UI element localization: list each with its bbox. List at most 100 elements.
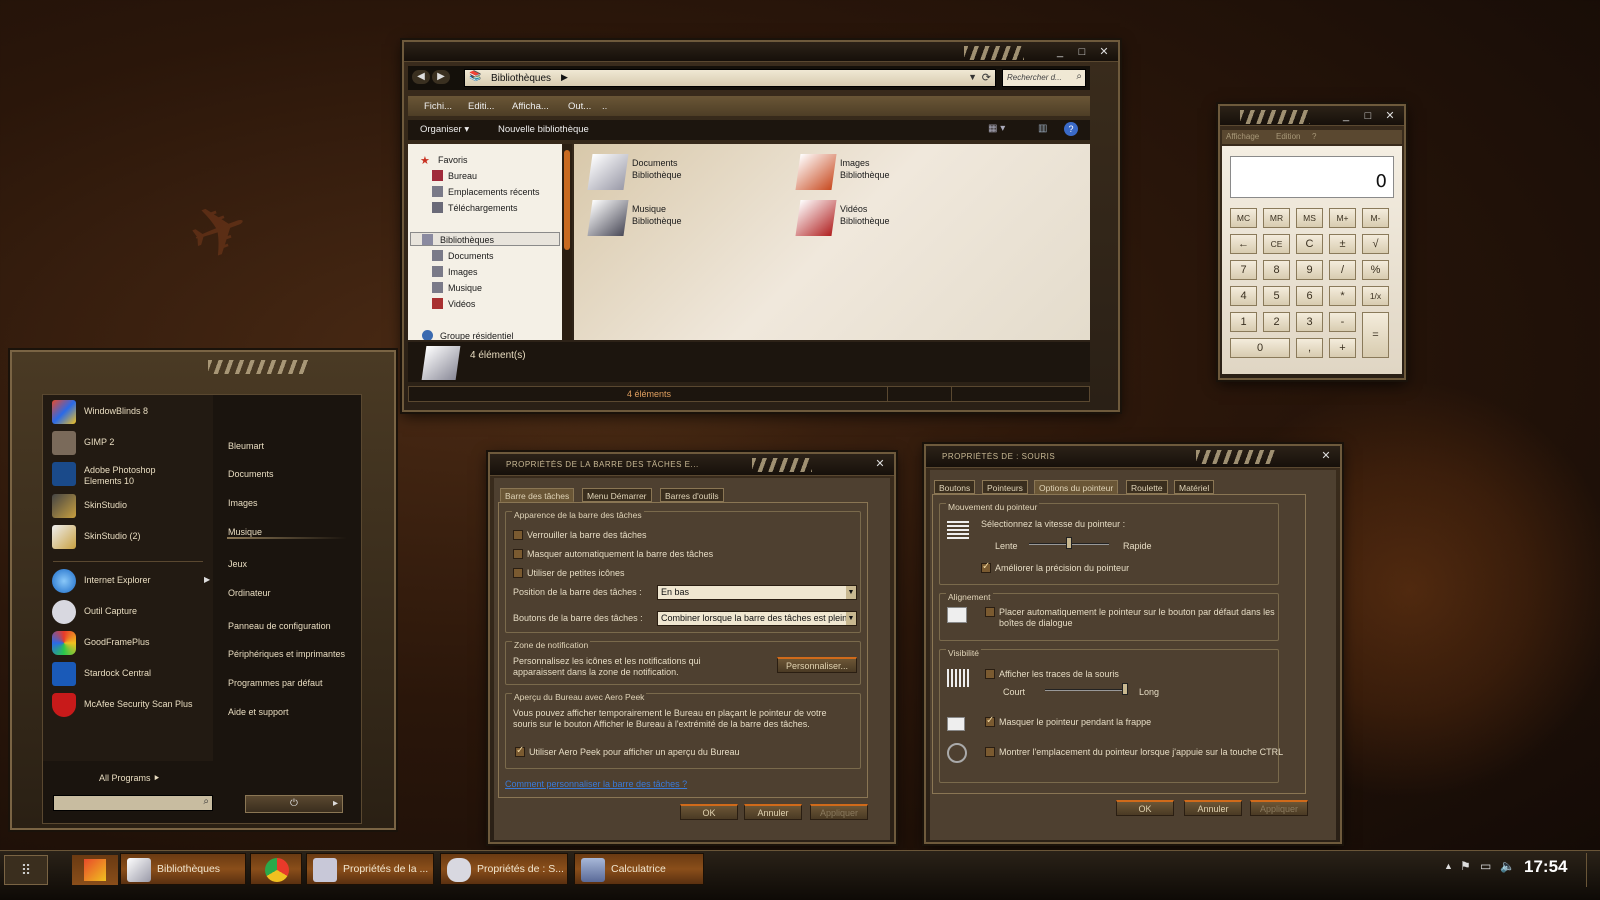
calc-key-percent[interactable]: %	[1362, 260, 1389, 280]
maximize-button[interactable]: □	[1358, 108, 1378, 124]
cancel-button[interactable]: Annuler	[744, 804, 802, 820]
menu-view[interactable]: Afficha...	[512, 101, 549, 112]
place-images[interactable]: Images	[228, 498, 258, 508]
help-icon[interactable]: ?	[1064, 122, 1078, 136]
menu-file[interactable]: Fichi...	[424, 101, 452, 112]
new-library-button[interactable]: Nouvelle bibliothèque	[498, 124, 589, 135]
program-photoshop[interactable]: Adobe Photoshop Elements 10	[52, 460, 212, 492]
position-select[interactable]: En bas ▼	[657, 585, 857, 600]
tray-volume-icon[interactable]: 🔈	[1500, 859, 1515, 873]
menu-view[interactable]: Affichage	[1226, 132, 1259, 141]
program-gimp[interactable]: GIMP 2	[52, 429, 212, 457]
calc-key-plus[interactable]: +	[1329, 338, 1356, 358]
calc-key-negate[interactable]: ±	[1329, 234, 1356, 254]
search-icon[interactable]: ⌕	[1076, 71, 1082, 82]
place-games[interactable]: Jeux	[228, 559, 247, 569]
apply-button[interactable]: Appliquer	[1250, 800, 1308, 816]
program-outil-capture[interactable]: Outil Capture	[52, 598, 212, 626]
calc-key-clear[interactable]: C	[1296, 234, 1323, 254]
menu-help[interactable]: ?	[1312, 132, 1316, 141]
program-internet-explorer[interactable]: Internet Explorer ▶	[52, 567, 212, 595]
calc-key-sqrt[interactable]: √	[1362, 234, 1389, 254]
calc-key-5[interactable]: 5	[1263, 286, 1290, 306]
place-user[interactable]: Bleumart	[228, 441, 264, 451]
calc-key-9[interactable]: 9	[1296, 260, 1323, 280]
calc-key-3[interactable]: 3	[1296, 312, 1323, 332]
taskbar-item-bibliotheques[interactable]: Bibliothèques	[120, 853, 246, 885]
close-button[interactable]: ✕	[1316, 448, 1336, 464]
program-goodframeplus[interactable]: GoodFramePlus	[52, 629, 212, 657]
nav-scrollbar[interactable]	[562, 144, 572, 340]
buttons-select[interactable]: Combiner lorsque la barre des tâches est…	[657, 611, 857, 626]
nav-videos[interactable]: Vidéos	[448, 299, 475, 309]
view-options-icon[interactable]: ▦ ▾	[988, 123, 1005, 134]
menu-edit[interactable]: Edition	[1276, 132, 1300, 141]
tray-network-icon[interactable]: ▭	[1480, 859, 1491, 873]
tab-pointers[interactable]: Pointeurs	[982, 480, 1028, 494]
nav-favorites[interactable]: Favoris	[438, 155, 468, 165]
calc-key-divide[interactable]: /	[1329, 260, 1356, 280]
tab-start-menu[interactable]: Menu Démarrer	[582, 488, 652, 502]
show-location-checkbox[interactable]	[985, 747, 995, 757]
start-search-input[interactable]: ⌕	[53, 795, 213, 811]
nav-downloads[interactable]: Téléchargements	[448, 203, 518, 213]
taskbar-item-taskbar-props[interactable]: Propriétés de la ...	[306, 853, 434, 885]
nav-desktop[interactable]: Bureau	[448, 171, 477, 181]
program-windowblinds[interactable]: WindowBlinds 8	[52, 398, 212, 426]
calc-key-multiply[interactable]: *	[1329, 286, 1356, 306]
address-chevron-icon[interactable]: ▶	[561, 72, 568, 83]
nav-homegroup[interactable]: Groupe résidentiel	[440, 331, 514, 340]
place-computer[interactable]: Ordinateur	[228, 588, 271, 598]
nav-images[interactable]: Images	[448, 267, 478, 277]
place-devices-printers[interactable]: Périphériques et imprimantes	[228, 649, 345, 659]
lock-taskbar-checkbox[interactable]	[513, 530, 523, 540]
tab-hardware[interactable]: Matériel	[1174, 480, 1215, 494]
minimize-button[interactable]: _	[1050, 44, 1070, 60]
search-field[interactable]: Rechercher d... ⌕	[1002, 69, 1086, 87]
calc-key-7[interactable]: 7	[1230, 260, 1257, 280]
taskbar-item-chrome[interactable]	[250, 853, 302, 885]
calc-key-4[interactable]: 4	[1230, 286, 1257, 306]
hide-pointer-checkbox[interactable]	[985, 715, 995, 727]
start-button[interactable]: ⠿	[4, 855, 48, 885]
maximize-button[interactable]: □	[1072, 44, 1092, 60]
organize-button[interactable]: Organiser ▾	[420, 124, 469, 135]
snap-checkbox[interactable]	[985, 607, 995, 617]
tab-pointer-options[interactable]: Options du pointeur	[1034, 480, 1119, 494]
tab-wheel[interactable]: Roulette	[1126, 480, 1168, 494]
library-documents[interactable]: Documents Bibliothèque	[587, 152, 780, 194]
place-default-programs[interactable]: Programmes par défaut	[228, 678, 323, 688]
nav-recent[interactable]: Emplacements récents	[448, 187, 540, 197]
calc-key-6[interactable]: 6	[1296, 286, 1323, 306]
calc-key-decimal[interactable]: ,	[1296, 338, 1323, 358]
calc-key-8[interactable]: 8	[1263, 260, 1290, 280]
ok-button[interactable]: OK	[1116, 800, 1174, 816]
forward-button[interactable]: ▶	[432, 70, 450, 84]
trails-checkbox[interactable]	[985, 669, 995, 679]
aero-peek-checkbox[interactable]	[515, 745, 525, 757]
clock[interactable]: 17:54	[1524, 857, 1567, 877]
menu-edit[interactable]: Editi...	[468, 101, 494, 112]
tab-taskbar[interactable]: Barre des tâches	[500, 488, 575, 502]
calc-key-m-minus[interactable]: M-	[1362, 208, 1389, 228]
show-desktop-button[interactable]	[1586, 853, 1598, 887]
place-music[interactable]: Musique	[228, 527, 262, 537]
precision-checkbox[interactable]	[981, 561, 991, 573]
trails-slider-track[interactable]	[1045, 689, 1125, 691]
preview-pane-icon[interactable]: ▥	[1038, 123, 1047, 134]
library-music[interactable]: Musique Bibliothèque	[587, 198, 780, 240]
calc-key-backspace[interactable]: ←	[1230, 234, 1257, 254]
place-help-support[interactable]: Aide et support	[228, 707, 289, 717]
autohide-checkbox[interactable]	[513, 549, 523, 559]
address-segment[interactable]: Bibliothèques	[491, 73, 551, 84]
calc-key-1[interactable]: 1	[1230, 312, 1257, 332]
back-button[interactable]: ◀	[412, 70, 430, 84]
nav-libraries[interactable]: Bibliothèques	[440, 235, 494, 245]
nav-music[interactable]: Musique	[448, 283, 482, 293]
refresh-icon[interactable]: ⟳	[982, 71, 991, 84]
close-button[interactable]: ✕	[870, 456, 890, 472]
trails-slider-thumb[interactable]	[1122, 683, 1128, 695]
tab-buttons[interactable]: Boutons	[934, 480, 976, 494]
all-programs-link[interactable]: All Programs ⯈	[99, 773, 160, 784]
close-button[interactable]: ✕	[1380, 108, 1400, 124]
